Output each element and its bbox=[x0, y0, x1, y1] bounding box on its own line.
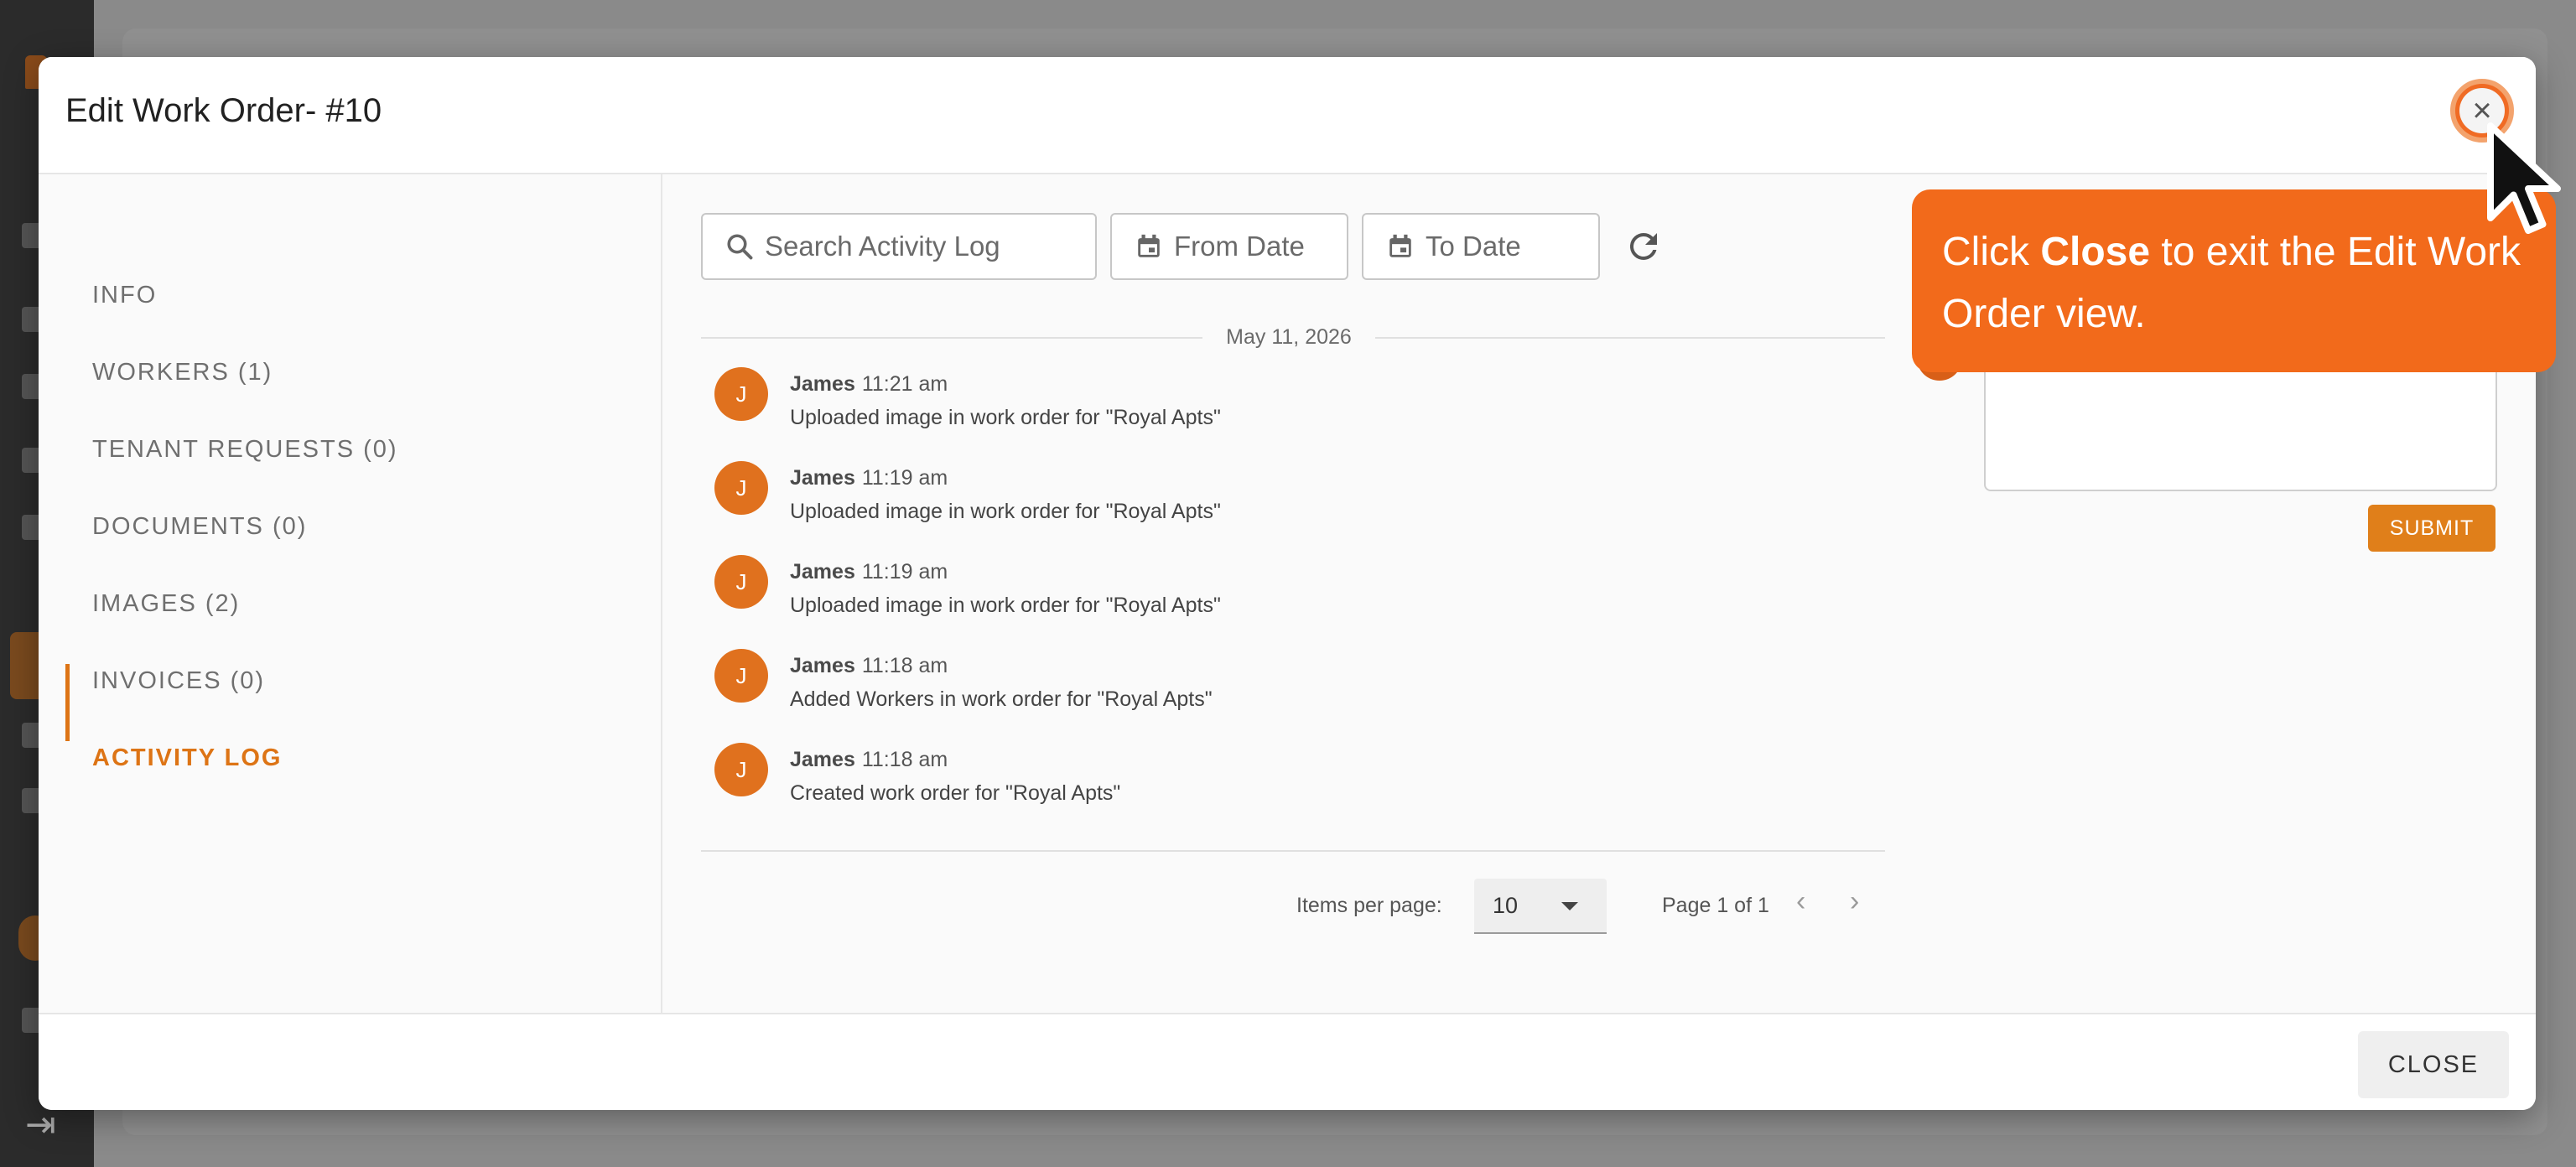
avatar: J bbox=[714, 555, 768, 609]
nav-item-invoices[interactable]: INVOICES (0) bbox=[92, 667, 265, 695]
log-text: Added Workers in work order for "Royal A… bbox=[790, 687, 1213, 711]
search-activity-input[interactable]: Search Activity Log bbox=[701, 213, 1097, 280]
nav-item-documents[interactable]: DOCUMENTS (0) bbox=[92, 513, 307, 541]
log-date-label: May 11, 2026 bbox=[1226, 325, 1352, 349]
modal-title: Edit Work Order- #10 bbox=[65, 92, 382, 129]
date-divider-right bbox=[1375, 337, 1885, 339]
avatar: J bbox=[714, 367, 768, 421]
to-date-placeholder: To Date bbox=[1426, 231, 1521, 262]
tooltip-prefix: Click bbox=[1942, 230, 2041, 274]
nav-item-tenant-requests[interactable]: TENANT REQUESTS (0) bbox=[92, 436, 398, 464]
log-author: James bbox=[790, 372, 855, 396]
avatar: J bbox=[714, 461, 768, 515]
search-placeholder: Search Activity Log bbox=[765, 231, 1000, 262]
items-per-page-value: 10 bbox=[1493, 892, 1519, 918]
refresh-icon[interactable] bbox=[1623, 226, 1664, 267]
nav-item-activity-log[interactable]: ACTIVITY LOG bbox=[92, 744, 282, 772]
from-date-placeholder: From Date bbox=[1174, 231, 1305, 262]
log-time: 11:18 am bbox=[861, 654, 948, 677]
search-icon bbox=[723, 230, 756, 263]
log-text: Uploaded image in work order for "Royal … bbox=[790, 594, 1221, 617]
items-per-page-select[interactable]: 10 bbox=[1474, 879, 1607, 934]
tooltip-bold: Close bbox=[2040, 230, 2151, 274]
modal-side-nav: INFO WORKERS (1) TENANT REQUESTS (0) DOC… bbox=[39, 174, 662, 1013]
log-time: 11:18 am bbox=[861, 748, 948, 771]
close-button[interactable]: CLOSE bbox=[2358, 1031, 2509, 1098]
avatar: J bbox=[714, 649, 768, 703]
log-author: James bbox=[790, 748, 855, 771]
items-per-page-label: Items per page: bbox=[1296, 894, 1442, 917]
log-text: Uploaded image in work order for "Royal … bbox=[790, 406, 1221, 429]
prev-page-icon[interactable]: ‹ bbox=[1796, 885, 1805, 918]
caret-down-icon bbox=[1561, 902, 1578, 910]
modal-header: Edit Work Order- #10 × bbox=[39, 57, 2536, 174]
modal-footer bbox=[39, 1013, 2536, 1110]
calendar-icon bbox=[1384, 230, 1417, 263]
to-date-input[interactable]: To Date bbox=[1362, 213, 1600, 280]
log-time: 11:19 am bbox=[861, 466, 948, 490]
mouse-cursor-icon bbox=[2482, 117, 2566, 243]
calendar-icon bbox=[1132, 230, 1166, 263]
pager-divider bbox=[701, 850, 1885, 852]
log-author: James bbox=[790, 654, 855, 677]
log-author: James bbox=[790, 560, 855, 584]
from-date-input[interactable]: From Date bbox=[1110, 213, 1348, 280]
log-author: James bbox=[790, 466, 855, 490]
avatar: J bbox=[714, 743, 768, 796]
submit-button[interactable]: SUBMIT bbox=[2368, 505, 2496, 552]
nav-item-images[interactable]: IMAGES (2) bbox=[92, 590, 240, 618]
nav-item-workers[interactable]: WORKERS (1) bbox=[92, 359, 273, 386]
log-time: 11:21 am bbox=[861, 372, 948, 396]
log-text: Uploaded image in work order for "Royal … bbox=[790, 500, 1221, 523]
page-indicator: Page 1 of 1 bbox=[1662, 894, 1769, 917]
guide-tooltip: Click Close to exit the Edit Work Order … bbox=[1912, 189, 2556, 372]
log-text: Created work order for "Royal Apts" bbox=[790, 781, 1121, 805]
active-tab-indicator bbox=[65, 664, 70, 741]
date-divider-left bbox=[701, 337, 1202, 339]
next-page-icon[interactable]: › bbox=[1850, 885, 1859, 918]
nav-item-info[interactable]: INFO bbox=[92, 282, 157, 309]
comment-textarea[interactable] bbox=[1984, 366, 2497, 491]
log-time: 11:19 am bbox=[861, 560, 948, 584]
